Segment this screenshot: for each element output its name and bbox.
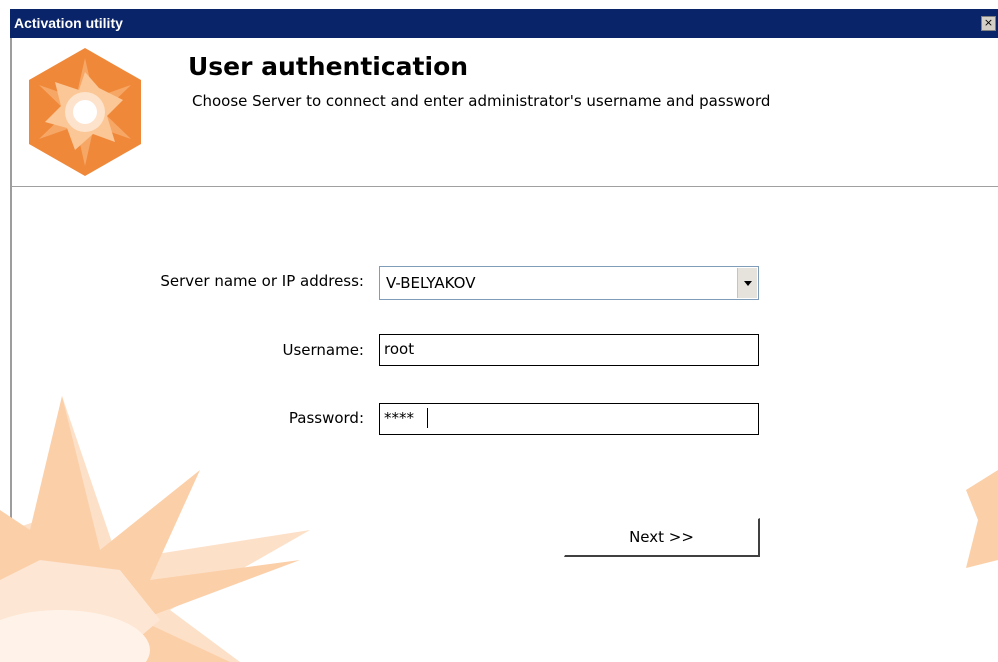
password-label: Password: xyxy=(288,409,364,427)
star-hexagon-logo xyxy=(29,48,141,176)
server-dropdown[interactable]: V-BELYAKOV xyxy=(379,266,759,300)
next-button-label: Next >> xyxy=(629,528,694,546)
next-button[interactable]: Next >> xyxy=(564,518,760,557)
window-title: Activation utility xyxy=(14,15,123,31)
background-star-watermark-right xyxy=(966,470,998,568)
activation-utility-window: Activation utility × User authentication… xyxy=(0,0,998,662)
username-label: Username: xyxy=(282,341,364,359)
background-star-watermark xyxy=(0,396,310,662)
password-value: **** xyxy=(384,409,414,427)
page-subtitle: Choose Server to connect and enter admin… xyxy=(192,92,771,110)
page-title: User authentication xyxy=(188,52,469,81)
username-value: root xyxy=(384,340,415,358)
server-value: V-BELYAKOV xyxy=(386,274,476,292)
username-input[interactable]: root xyxy=(379,334,759,366)
window-top-margin xyxy=(0,0,998,9)
header-divider xyxy=(12,186,998,187)
text-caret xyxy=(427,408,428,428)
wizard-header: User authentication Choose Server to con… xyxy=(12,38,998,186)
title-bar[interactable]: Activation utility × xyxy=(10,9,998,38)
chevron-down-icon xyxy=(744,281,752,286)
close-icon[interactable]: × xyxy=(981,16,996,31)
password-input[interactable]: **** xyxy=(379,403,759,435)
dropdown-button[interactable] xyxy=(737,268,757,298)
server-label: Server name or IP address: xyxy=(160,272,364,290)
